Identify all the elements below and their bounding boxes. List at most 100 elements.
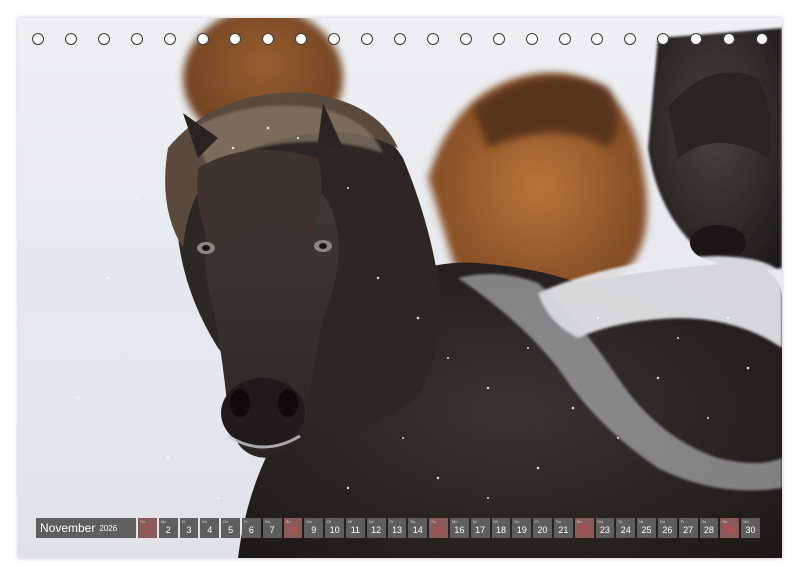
binding-hole — [755, 33, 768, 45]
binding-hole — [624, 33, 637, 45]
day-number: 20 — [537, 525, 548, 535]
binding-hole — [690, 33, 703, 45]
day-cell: Di 24 — [616, 518, 636, 538]
day-number: 28 — [703, 525, 714, 535]
binding-hole — [525, 33, 538, 45]
day-cell: Do 26 — [657, 518, 677, 538]
binding-hole — [591, 33, 604, 45]
day-number: 19 — [516, 525, 527, 535]
weekday-label: Sa — [264, 519, 270, 524]
month-name: November — [40, 521, 96, 535]
day-cell: Sa 28 — [699, 518, 719, 538]
weekday-label: Do — [514, 519, 520, 524]
binding-hole — [657, 33, 670, 45]
weekday-label: Mo — [451, 519, 458, 524]
day-cell: Sa 21 — [553, 518, 573, 538]
day-cell: Mo 16 — [449, 518, 469, 538]
day-number: 10 — [329, 525, 340, 535]
weekday-label: Do — [659, 519, 666, 524]
binding-hole — [459, 33, 472, 45]
binding-hole — [295, 33, 308, 45]
day-number: 14 — [412, 525, 423, 535]
binding-hole — [32, 33, 44, 45]
day-number: 6 — [248, 525, 254, 535]
binding-hole — [196, 33, 209, 45]
day-number: 18 — [495, 525, 506, 535]
weekday-label: Sa — [410, 519, 416, 524]
weekday-label: Sa — [701, 519, 707, 524]
day-cell: Mo 9 — [304, 518, 324, 538]
day-cell: Fr 13 — [387, 518, 407, 538]
day-number: 21 — [558, 525, 569, 535]
day-number: 15 — [433, 525, 444, 535]
weekday-label: Mi — [639, 519, 644, 524]
month-label: November 2026 — [36, 518, 136, 538]
year-label: 2026 — [99, 523, 118, 533]
day-cell: Do 19 — [512, 518, 532, 538]
day-cell: Mo 23 — [595, 518, 615, 538]
weekday-label: Fr — [535, 519, 539, 524]
binding-hole — [64, 33, 77, 45]
weekday-label: Fr — [389, 519, 394, 524]
day-cell: Mi 11 — [345, 518, 365, 538]
day-cell: Di 17 — [470, 518, 490, 538]
day-cells: So 1 Mo 2 Di 3 Mi 4 Do 5 Fr 6 Sa 7 So 8 Mo 9 Di 10 Mi 11 Do 12 F… — [138, 518, 760, 538]
binding-hole — [492, 33, 505, 45]
day-cell: So 1 — [138, 518, 157, 538]
weekday-label: Fr — [680, 519, 685, 524]
day-cell: Mi 4 — [200, 518, 220, 538]
day-cell: Di 3 — [179, 518, 199, 538]
binding-hole — [426, 33, 439, 45]
day-number: 3 — [186, 525, 192, 535]
day-number: 11 — [350, 525, 361, 535]
day-cell: Di 10 — [325, 518, 344, 538]
day-cell: Mo 2 — [158, 518, 178, 538]
weekday-label: Mo — [306, 519, 312, 524]
weekday-label: Di — [327, 519, 331, 524]
binding-hole — [723, 33, 736, 45]
day-cell: Mi 18 — [491, 518, 511, 538]
day-number: 9 — [311, 525, 317, 535]
weekday-label: So — [576, 519, 582, 524]
day-cell: Mo 30 — [741, 518, 760, 538]
calendar-page: November 2026 So 1 Mo 2 Di 3 Mi 4 Do 5 Fr 6 Sa 7 So 8 Mo… — [18, 18, 782, 558]
weekday-label: Mi — [493, 519, 498, 524]
weekday-label: Mo — [160, 519, 167, 524]
day-number: 23 — [599, 525, 610, 535]
weekday-label: Fr — [243, 519, 248, 524]
weekday-label: So — [285, 519, 291, 524]
binding-hole — [393, 33, 406, 45]
day-number: 24 — [620, 525, 631, 535]
day-number: 27 — [683, 525, 694, 535]
day-number: 17 — [475, 525, 486, 535]
day-cell: Sa 7 — [262, 518, 282, 538]
weekday-label: Do — [368, 519, 374, 524]
weekday-label: Di — [618, 519, 623, 524]
day-cell: Fr 27 — [678, 518, 698, 538]
day-cell: So 22 — [574, 518, 594, 538]
day-cell: Do 5 — [221, 518, 240, 538]
binding-hole — [130, 33, 143, 45]
binding-hole — [262, 33, 275, 45]
day-cell: So 29 — [720, 518, 740, 538]
day-number: 16 — [454, 525, 465, 535]
weekday-label: Mi — [202, 519, 207, 524]
weekday-label: So — [140, 519, 145, 524]
weekday-label: Mi — [347, 519, 353, 524]
day-cell: Fr 6 — [241, 518, 261, 538]
weekday-label: Di — [181, 519, 186, 524]
day-cell: Fr 20 — [533, 518, 552, 538]
day-number: 22 — [579, 525, 590, 535]
day-number: 7 — [269, 525, 275, 535]
day-number: 13 — [391, 525, 402, 535]
weekday-label: Di — [472, 519, 477, 524]
day-cell: Do 12 — [366, 518, 386, 538]
weekday-label: Mo — [597, 519, 604, 524]
calendar-strip: November 2026 So 1 Mo 2 Di 3 Mi 4 Do 5 Fr 6 Sa 7 So 8 Mo… — [36, 518, 760, 538]
weekday-label: So — [722, 519, 728, 524]
binding-hole — [328, 33, 341, 45]
weekday-label: Do — [223, 519, 229, 524]
binding-holes — [18, 33, 782, 49]
binding-hole — [558, 33, 571, 45]
day-number: 1 — [144, 525, 150, 535]
